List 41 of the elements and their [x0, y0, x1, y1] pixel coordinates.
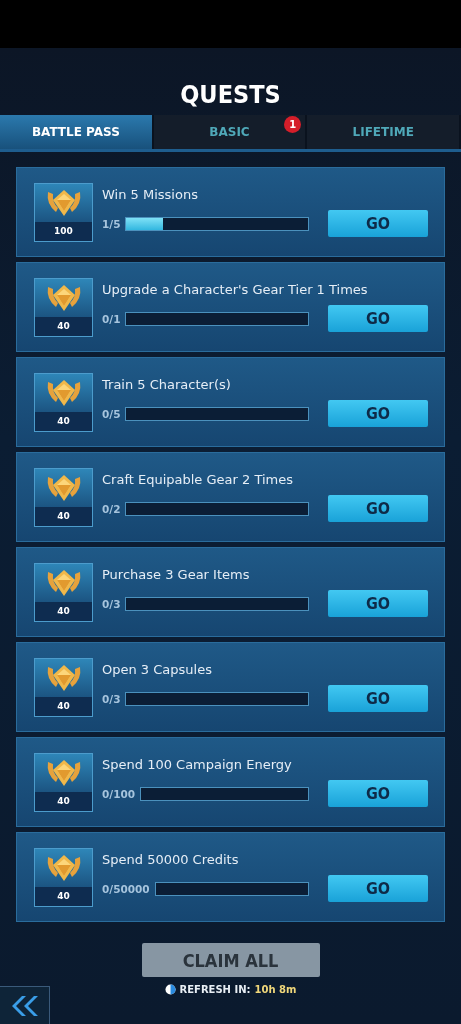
progress-count: 0/50000 — [102, 882, 150, 895]
tab[interactable]: LIFETIME — [307, 115, 461, 149]
reward-amount: 40 — [35, 411, 92, 431]
progress-count: 0/5 — [102, 407, 121, 420]
go-button[interactable]: GO — [328, 210, 428, 237]
progress-count: 0/100 — [102, 787, 136, 800]
go-button[interactable]: GO — [328, 780, 428, 807]
reward-amount: 40 — [35, 791, 92, 811]
reward-amount: 40 — [35, 316, 92, 336]
go-button[interactable]: GO — [328, 495, 428, 522]
progress-count: 0/1 — [102, 312, 121, 325]
quest-title: Purchase 3 Gear Items — [102, 567, 251, 582]
reward-amount: 40 — [35, 601, 92, 621]
quest-title: Train 5 Character(s) — [102, 377, 232, 392]
quest-title: Upgrade a Character's Gear Tier 1 Times — [102, 282, 369, 297]
quest-title: Craft Equipable Gear 2 Times — [102, 472, 294, 487]
tab[interactable]: BATTLE PASS — [0, 115, 154, 149]
screen-title: QUESTS — [180, 79, 281, 111]
quest-title: Spend 50000 Credits — [102, 852, 240, 867]
go-button[interactable]: GO — [328, 590, 428, 617]
progress-count: 0/2 — [102, 502, 121, 515]
timer-icon — [164, 984, 176, 995]
refresh-label: REFRESH IN: — [179, 984, 251, 995]
go-button[interactable]: GO — [328, 685, 428, 712]
notification-badge: 1 — [284, 116, 302, 133]
progress-count: 0/3 — [102, 692, 121, 705]
back-button[interactable] — [0, 986, 50, 1024]
quest-title: Spend 100 Campaign Energy — [102, 757, 293, 772]
tab[interactable]: BASIC 1 — [153, 115, 308, 149]
quest-title: Open 3 Capsules — [102, 662, 213, 677]
quest-title: Win 5 Missions — [102, 187, 199, 202]
refresh-time: 10h 8m — [254, 984, 297, 995]
reward-amount: 100 — [35, 221, 92, 241]
go-button[interactable]: GO — [328, 400, 428, 427]
reward-amount: 40 — [35, 886, 92, 906]
reward-amount: 40 — [35, 696, 92, 716]
go-button[interactable]: GO — [328, 305, 428, 332]
progress-count: 1/5 — [102, 217, 121, 230]
reward-amount: 40 — [35, 506, 92, 526]
progress-count: 0/3 — [102, 597, 121, 610]
go-button[interactable]: GO — [328, 875, 428, 902]
